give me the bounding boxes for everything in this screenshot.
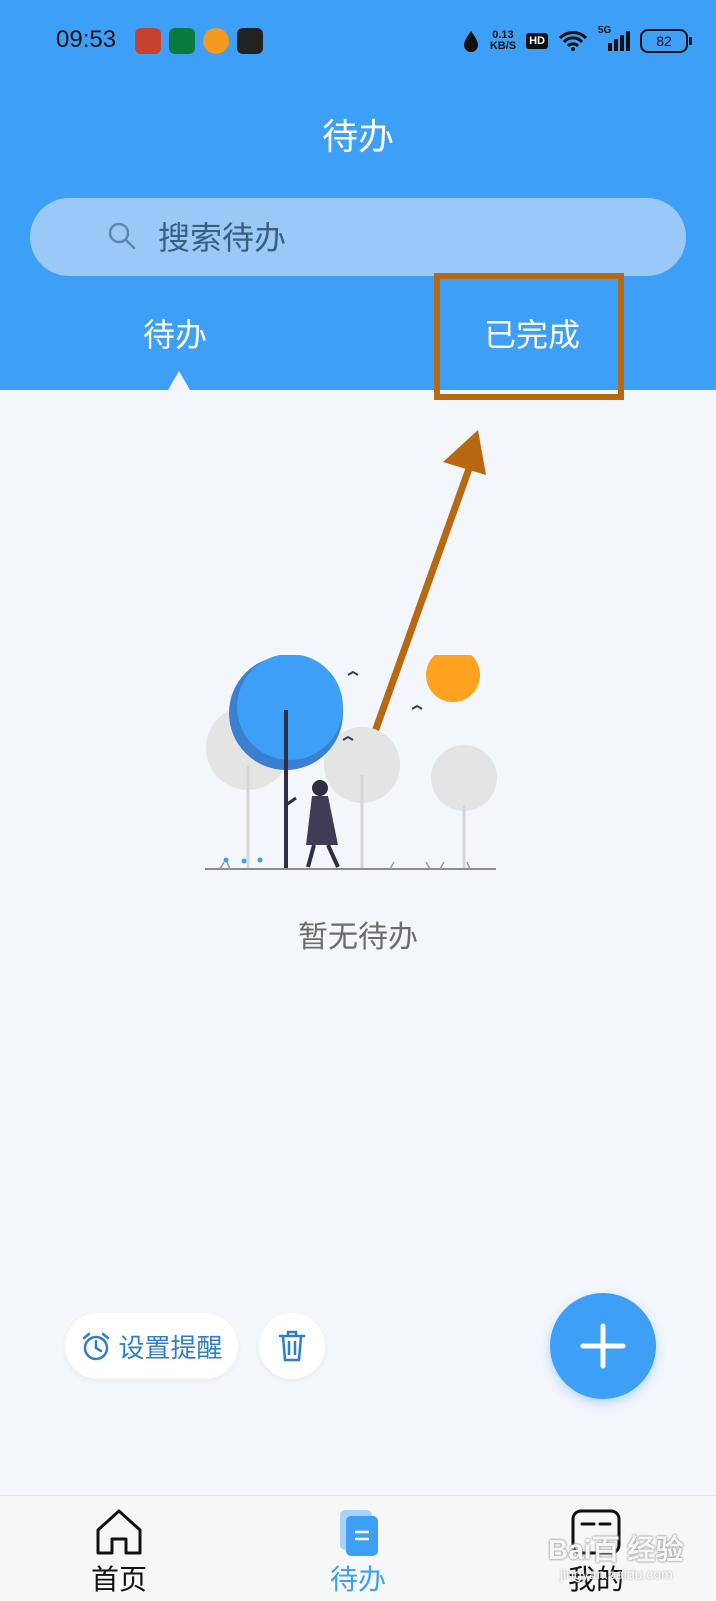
notification-app-icon xyxy=(135,28,161,54)
bird-icon xyxy=(411,704,423,710)
water-drop-icon xyxy=(463,31,478,52)
nav-todo[interactable]: 待办 xyxy=(298,1496,418,1601)
nav-home[interactable]: 首页 xyxy=(59,1496,179,1601)
set-reminder-label: 设置提醒 xyxy=(118,1333,223,1364)
search-input[interactable] xyxy=(156,198,640,278)
search-bar[interactable] xyxy=(30,198,686,278)
nav-home-label: 首页 xyxy=(90,1563,147,1596)
nav-todo-label: 待办 xyxy=(329,1563,386,1596)
flower-icon xyxy=(223,857,263,864)
notification-app-icon xyxy=(169,28,195,54)
annotation-highlight-box xyxy=(434,273,624,400)
watermark-url: jingyan.baidu.com xyxy=(560,1566,673,1582)
trash-icon xyxy=(278,1330,306,1362)
set-reminder-button[interactable]: 设置提醒 xyxy=(65,1313,238,1379)
active-tab-indicator xyxy=(168,371,190,390)
alarm-clock-icon xyxy=(83,1332,110,1361)
network-speed: 0.13 KB/S xyxy=(490,30,516,52)
tab-todo[interactable]: 待办 xyxy=(143,310,207,356)
notification-app-icon xyxy=(237,28,263,54)
delete-button[interactable] xyxy=(259,1313,325,1379)
signal-type: 5G xyxy=(598,25,612,36)
wifi-icon xyxy=(558,31,588,51)
status-indicators: 0.13 KB/S HD 5G 82 xyxy=(462,25,692,56)
network-speed-unit: KB/S xyxy=(489,40,517,52)
notification-app-icon xyxy=(203,28,229,54)
plus-icon xyxy=(580,1323,626,1369)
bird-icon xyxy=(347,670,359,676)
baidu-jingyan-watermark: Bai百 经验 xyxy=(548,1534,684,1565)
tree-icon xyxy=(431,745,497,869)
status-bar: 09:53 0.13 KB/S HD 5G 82 xyxy=(0,0,716,84)
battery-indicator: 82 xyxy=(640,29,692,53)
sun-icon xyxy=(426,655,480,702)
search-icon xyxy=(108,222,136,250)
hd-badge: HD xyxy=(526,33,548,49)
add-todo-button[interactable] xyxy=(550,1293,656,1399)
home-icon xyxy=(96,1509,142,1555)
grass-icon xyxy=(219,861,471,870)
status-time: 09:53 xyxy=(56,26,117,53)
page-title: 待办 xyxy=(321,117,394,158)
empty-state-illustration xyxy=(205,655,497,870)
tree-icon xyxy=(324,727,400,869)
person-icon xyxy=(306,780,340,868)
todo-icon xyxy=(340,1510,378,1556)
cellular-signal: 5G xyxy=(598,25,630,53)
empty-state-text: 暂无待办 xyxy=(298,920,418,955)
